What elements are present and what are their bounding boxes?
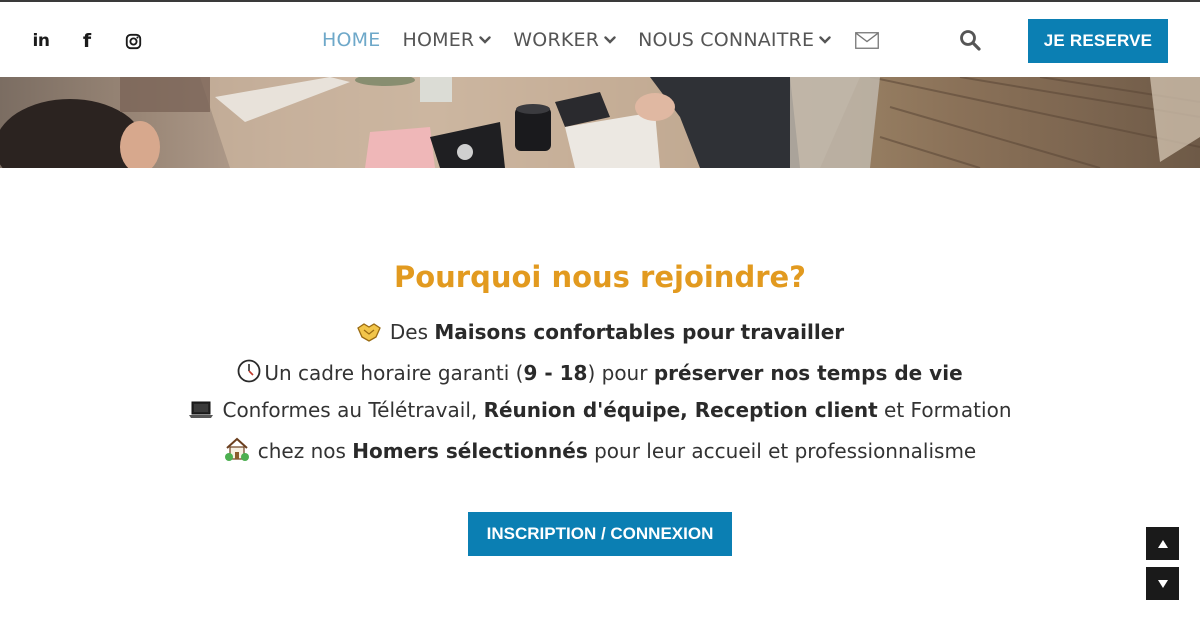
house-icon bbox=[224, 437, 249, 461]
facebook-icon: f bbox=[82, 30, 92, 52]
nav-home-label: HOME bbox=[322, 29, 381, 51]
handshake-icon bbox=[357, 323, 381, 342]
signup-login-button[interactable]: INSCRIPTION / CONNEXION bbox=[468, 512, 732, 556]
laptop-icon bbox=[189, 401, 214, 418]
linkedin-link[interactable]: in bbox=[30, 30, 52, 52]
benefit-line-2: Un cadre horaire garanti (9 - 18) pour p… bbox=[0, 359, 1200, 385]
chevron-down-icon bbox=[479, 36, 491, 44]
instagram-icon bbox=[125, 33, 141, 49]
reserve-button[interactable]: JE RESERVE bbox=[1028, 19, 1168, 63]
triangle-up-icon bbox=[1157, 539, 1168, 548]
mail-icon[interactable] bbox=[855, 31, 880, 49]
clock-icon bbox=[237, 359, 261, 383]
nav-homer[interactable]: HOMER bbox=[402, 29, 491, 51]
site-header: in f HOME HOMER WORKER NOUS CONNAITRE JE… bbox=[0, 2, 1200, 77]
nav-nous-connaitre[interactable]: NOUS CONNAITRE bbox=[638, 29, 831, 51]
search-icon[interactable] bbox=[958, 28, 982, 52]
hero-banner-image bbox=[0, 77, 1200, 168]
triangle-down-icon bbox=[1157, 579, 1168, 588]
chevron-down-icon bbox=[604, 36, 616, 44]
banner-photo bbox=[0, 77, 1200, 168]
social-links: in f bbox=[30, 30, 144, 52]
nav-home[interactable]: HOME bbox=[322, 29, 380, 51]
facebook-link[interactable]: f bbox=[76, 30, 98, 52]
nav-worker[interactable]: WORKER bbox=[513, 29, 616, 51]
scroll-down-button[interactable] bbox=[1146, 567, 1179, 600]
benefit-line-4: chez nos Homers sélectionnés pour leur a… bbox=[0, 437, 1200, 463]
main-nav: HOME HOMER WORKER NOUS CONNAITRE bbox=[322, 26, 880, 54]
linkedin-icon: in bbox=[32, 31, 50, 51]
benefit-line-3: Conformes au Télétravail, Réunion d'équi… bbox=[0, 398, 1200, 422]
benefit-line-1: Des Maisons confortables pour travailler bbox=[0, 320, 1200, 344]
nav-homer-label: HOMER bbox=[402, 29, 475, 51]
nav-worker-label: WORKER bbox=[513, 29, 600, 51]
scroll-up-button[interactable] bbox=[1146, 527, 1179, 560]
chevron-down-icon bbox=[819, 36, 831, 44]
instagram-link[interactable] bbox=[122, 30, 144, 52]
nav-nous-connaitre-label: NOUS CONNAITRE bbox=[638, 29, 815, 51]
section-title: Pourquoi nous rejoindre? bbox=[393, 260, 807, 294]
